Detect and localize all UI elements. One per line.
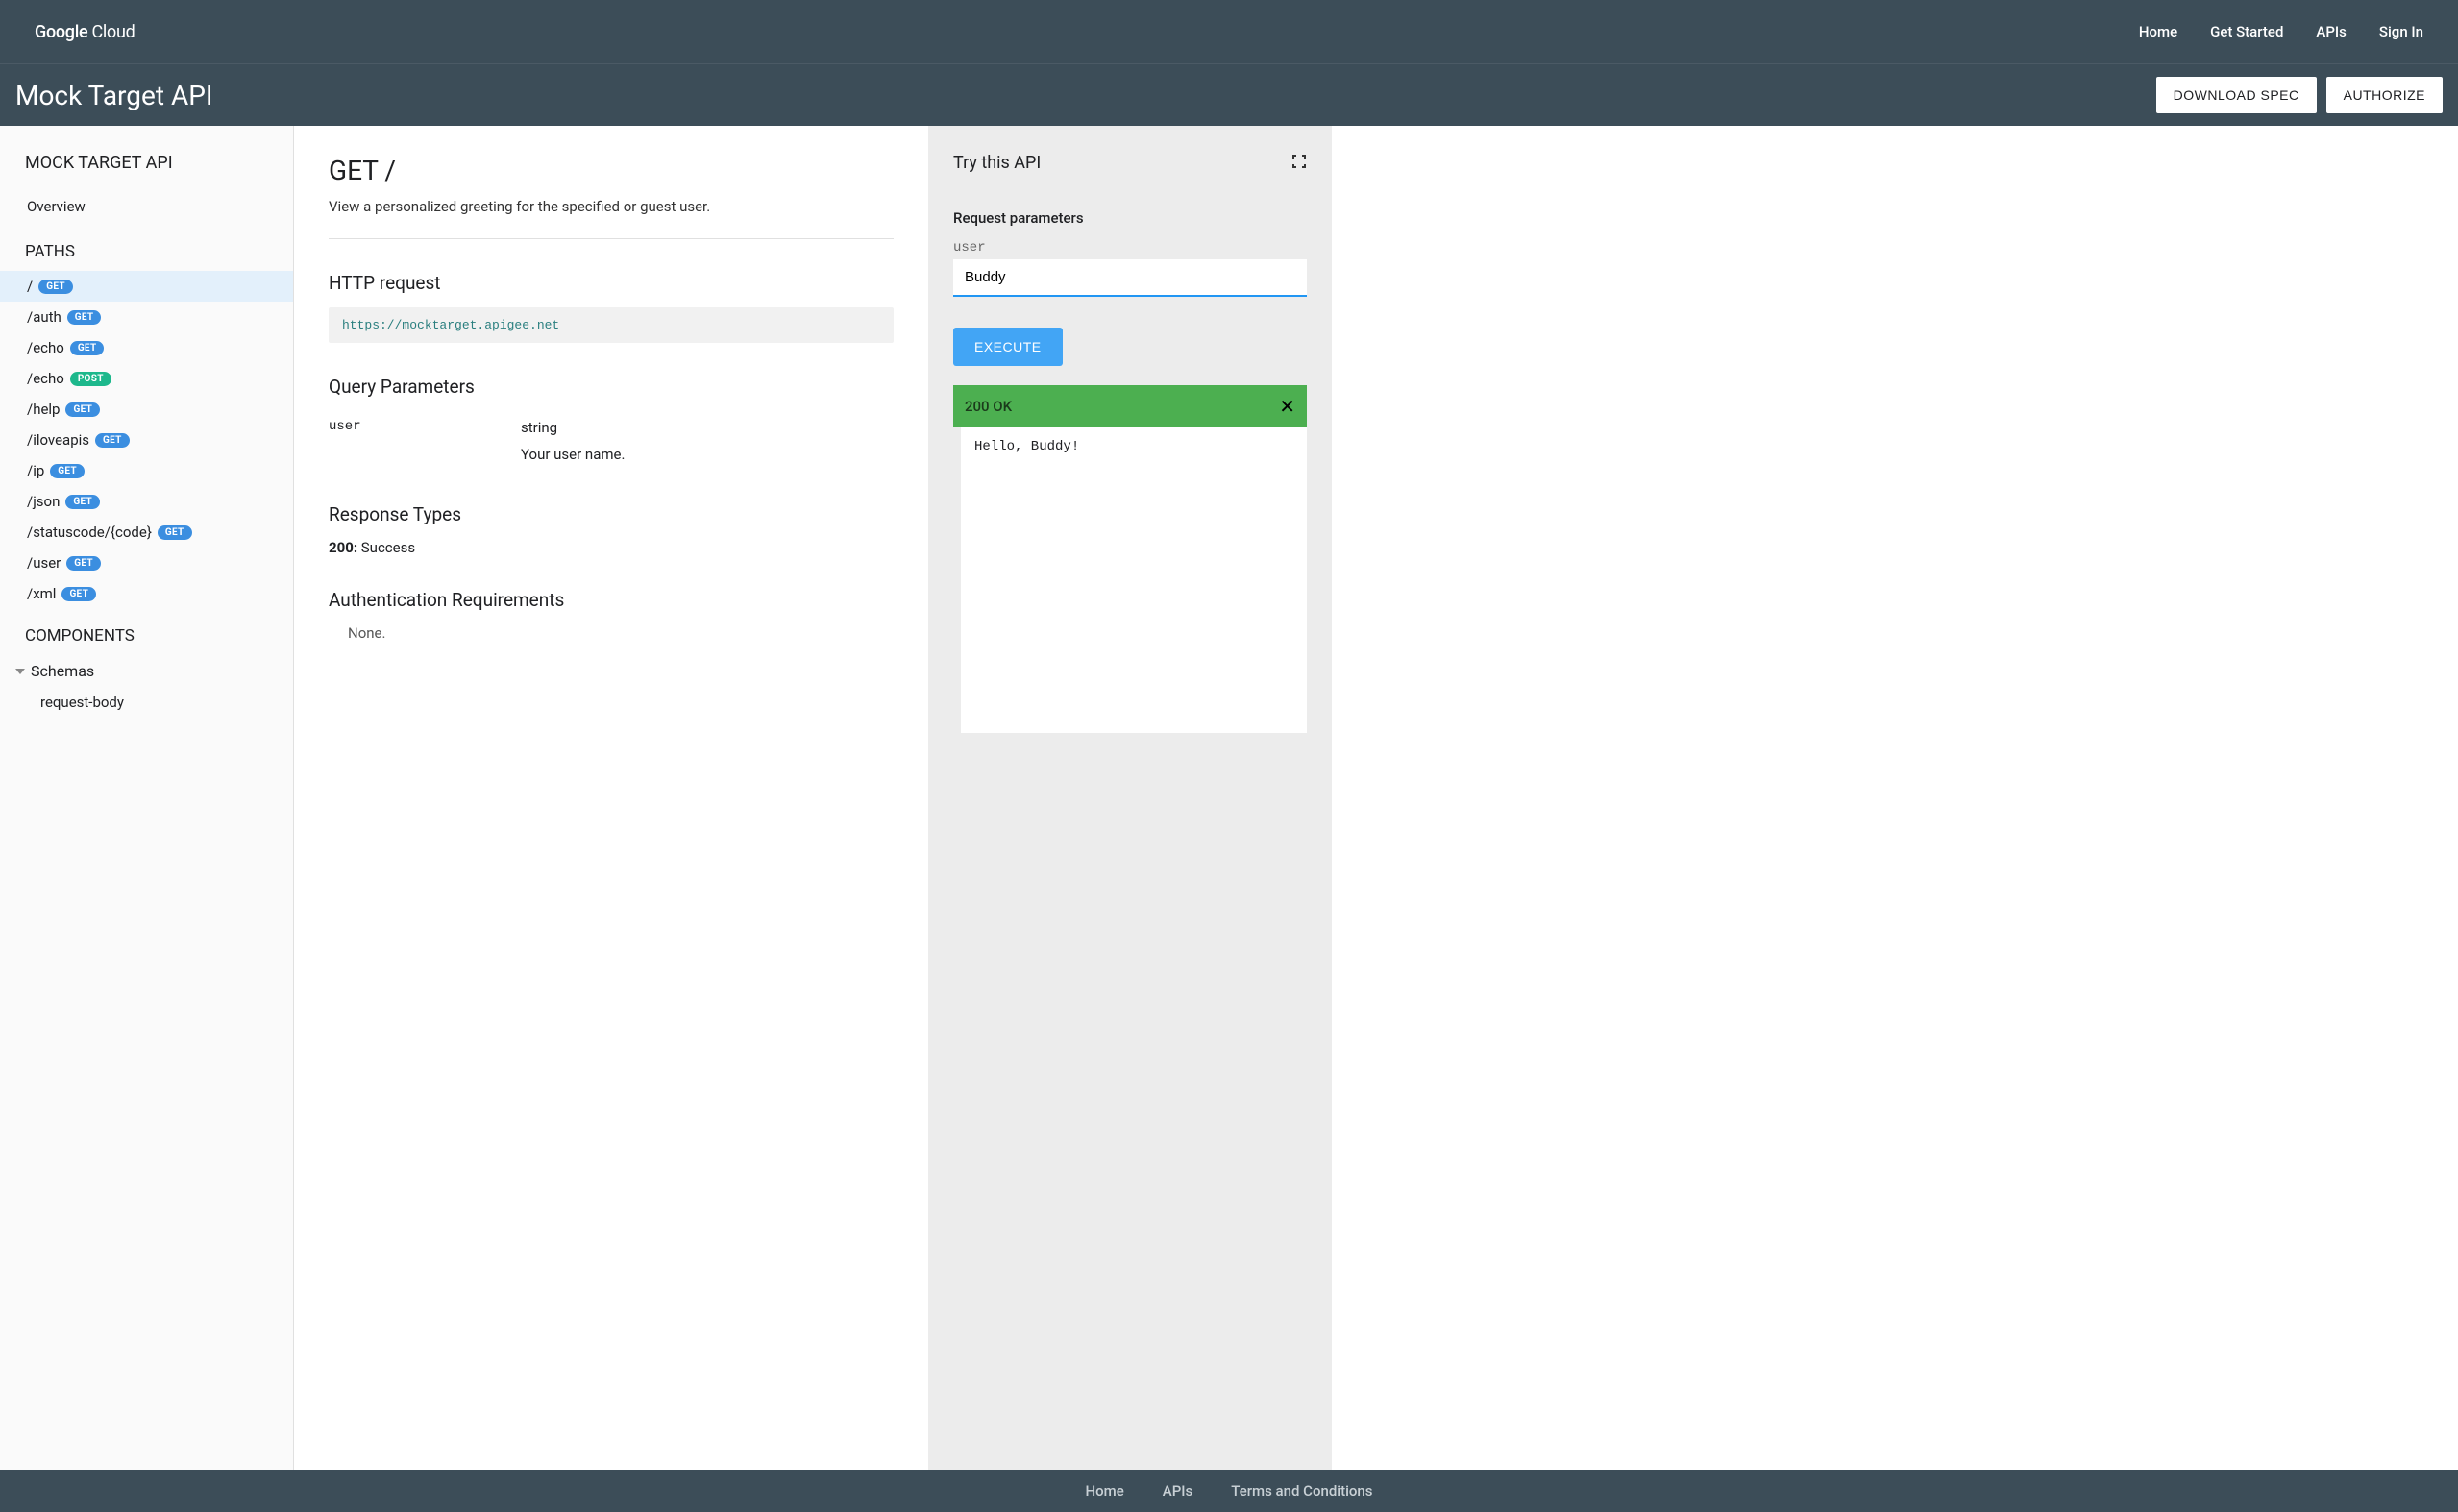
response-code: 200:: [329, 539, 357, 556]
http-request-url: https://mocktarget.apigee.net: [329, 307, 894, 343]
logo: Google Cloud: [35, 22, 135, 42]
sidebar-components-heading: COMPONENTS: [0, 609, 293, 655]
sidebar-path-item[interactable]: /user GET: [0, 548, 293, 578]
response-status-bar: 200 OK ✕: [953, 385, 1307, 427]
method-badge: GET: [65, 402, 100, 417]
doc-panel: GET / View a personalized greeting for t…: [294, 126, 928, 1470]
footer-home[interactable]: Home: [1085, 1482, 1123, 1500]
query-params-heading: Query Parameters: [329, 376, 894, 398]
sidebar-path-list: /GET/authGET/echoGET/echoPOST/helpGET/il…: [0, 271, 293, 609]
sidebar-schemas-row[interactable]: Schemas: [0, 655, 293, 687]
nav-apis[interactable]: APIs: [2316, 23, 2347, 40]
method-badge: GET: [158, 525, 192, 540]
path-text: /echo: [27, 370, 64, 387]
sub-header: Mock Target API DOWNLOAD SPEC AUTHORIZE: [0, 63, 2458, 126]
path-text: /statuscode/{code}: [27, 524, 152, 541]
sidebar-paths-heading: PATHS: [0, 225, 293, 271]
auth-none: None.: [329, 624, 894, 642]
main-content: GET / View a personalized greeting for t…: [294, 126, 2458, 1470]
layout: MOCK TARGET API Overview PATHS / GET/auth…: [0, 126, 2458, 1470]
endpoint-description: View a personalized greeting for the spe…: [329, 198, 894, 239]
sidebar-path-item[interactable]: / GET: [0, 271, 293, 302]
sidebar-schema-item[interactable]: request-body: [0, 687, 293, 718]
method-badge: GET: [61, 587, 96, 601]
auth-heading: Authentication Requirements: [329, 589, 894, 611]
nav-home[interactable]: Home: [2139, 23, 2177, 40]
method-badge: GET: [65, 495, 100, 509]
query-params-table: user string Your user name.: [329, 411, 894, 471]
try-panel: Try this API Request parameters user EXE…: [928, 126, 1332, 1470]
sidebar-path-item[interactable]: /ip GET: [0, 455, 293, 486]
sidebar: MOCK TARGET API Overview PATHS / GET/auth…: [0, 126, 294, 1470]
execute-button[interactable]: EXECUTE: [953, 328, 1063, 366]
path-text: /user: [27, 554, 61, 572]
path-text: /xml: [27, 585, 56, 602]
method-badge: GET: [66, 556, 101, 571]
http-request-heading: HTTP request: [329, 272, 894, 294]
authorize-button[interactable]: AUTHORIZE: [2326, 77, 2443, 113]
sidebar-path-item[interactable]: /echo GET: [0, 332, 293, 363]
sidebar-path-item[interactable]: /json GET: [0, 486, 293, 517]
footer-terms[interactable]: Terms and Conditions: [1231, 1482, 1372, 1500]
download-spec-button[interactable]: DOWNLOAD SPEC: [2156, 77, 2317, 113]
sidebar-path-item[interactable]: /echo POST: [0, 363, 293, 394]
path-text: /json: [27, 493, 60, 510]
sidebar-path-item[interactable]: /auth GET: [0, 302, 293, 332]
method-badge: GET: [50, 464, 85, 478]
path-text: /help: [27, 401, 60, 418]
try-header: Try this API: [953, 153, 1307, 173]
sidebar-overview[interactable]: Overview: [0, 188, 293, 225]
path-text: /echo: [27, 339, 64, 356]
response-line: 200: Success: [329, 539, 894, 556]
query-param-row: user string Your user name.: [329, 411, 894, 471]
try-title: Try this API: [953, 153, 1041, 173]
api-title: Mock Target API: [15, 80, 213, 111]
chevron-down-icon: [15, 669, 25, 674]
response-types-heading: Response Types: [329, 503, 894, 525]
path-text: /auth: [27, 308, 61, 326]
endpoint-title: GET /: [329, 155, 894, 186]
sidebar-path-item[interactable]: /statuscode/{code} GET: [0, 517, 293, 548]
method-badge: GET: [67, 310, 102, 325]
expand-icon[interactable]: [1291, 154, 1307, 173]
method-badge: POST: [70, 372, 111, 386]
path-text: /: [27, 278, 33, 295]
sidebar-path-item[interactable]: /help GET: [0, 394, 293, 425]
method-badge: GET: [38, 280, 73, 294]
request-params-label: Request parameters: [953, 209, 1307, 227]
sidebar-api-name: MOCK TARGET API: [0, 153, 293, 188]
param-field-label: user: [953, 240, 1307, 256]
top-nav: Google Cloud Home Get Started APIs Sign …: [0, 0, 2458, 63]
method-badge: GET: [95, 433, 130, 448]
nav-get-started[interactable]: Get Started: [2210, 23, 2283, 40]
footer-apis[interactable]: APIs: [1163, 1482, 1193, 1500]
param-type: string: [521, 419, 894, 436]
response-body: Hello, Buddy!: [953, 427, 1307, 733]
path-text: /iloveapis: [27, 431, 89, 449]
footer: Home APIs Terms and Conditions: [0, 1470, 2458, 1512]
nav-sign-in[interactable]: Sign In: [2379, 23, 2423, 40]
sidebar-schemas-label: Schemas: [31, 662, 94, 680]
sidebar-path-item[interactable]: /iloveapis GET: [0, 425, 293, 455]
response-status-text: 200 OK: [965, 398, 1012, 415]
param-desc: Your user name.: [521, 446, 894, 463]
path-text: /ip: [27, 462, 44, 479]
response-text: Success: [357, 539, 415, 556]
param-info: string Your user name.: [521, 419, 894, 463]
user-input[interactable]: [953, 259, 1307, 297]
logo-suffix: Cloud: [92, 22, 135, 42]
param-name: user: [329, 419, 521, 463]
close-icon[interactable]: ✕: [1279, 395, 1295, 418]
logo-prefix: Google: [35, 22, 87, 42]
subhead-buttons: DOWNLOAD SPEC AUTHORIZE: [2156, 77, 2443, 113]
nav-links: Home Get Started APIs Sign In: [2139, 23, 2423, 40]
method-badge: GET: [70, 341, 105, 355]
sidebar-path-item[interactable]: /xml GET: [0, 578, 293, 609]
